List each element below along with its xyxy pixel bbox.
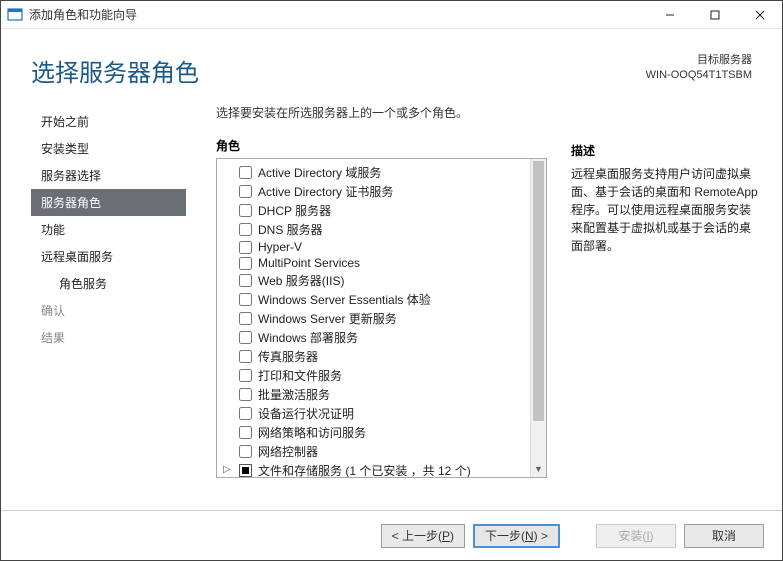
nav-step: 确认	[31, 297, 186, 324]
previous-button[interactable]: < 上一步(P)	[381, 524, 465, 548]
nav-step[interactable]: 角色服务	[31, 270, 186, 297]
role-checkbox[interactable]	[239, 445, 252, 458]
close-button[interactable]	[737, 1, 782, 28]
main-columns: 开始之前安装类型服务器选择服务器角色功能远程桌面服务角色服务确认结果 选择要安装…	[1, 96, 782, 510]
role-checkbox[interactable]	[239, 426, 252, 439]
role-label: Active Directory 证书服务	[258, 183, 393, 200]
role-checkbox[interactable]	[239, 407, 252, 420]
expand-icon[interactable]: ▷	[223, 464, 233, 474]
role-item[interactable]: Active Directory 证书服务	[221, 182, 526, 201]
role-label: 设备运行状况证明	[258, 405, 354, 422]
role-item[interactable]: 打印和文件服务	[221, 366, 526, 385]
nav-step[interactable]: 服务器选择	[31, 162, 186, 189]
scrollbar[interactable]: ▲ ▼	[530, 159, 546, 477]
role-item[interactable]: ▷ 文件和存储服务 (1 个已安装 ，共 12 个)	[221, 461, 526, 477]
instruction-text: 选择要安装在所选服务器上的一个或多个角色。	[216, 104, 547, 121]
role-item[interactable]: DHCP 服务器	[221, 201, 526, 220]
role-item[interactable]: Active Directory 域服务	[221, 163, 526, 182]
wizard-nav: 开始之前安装类型服务器选择服务器角色功能远程桌面服务角色服务确认结果	[31, 104, 186, 510]
role-checkbox[interactable]	[239, 350, 252, 363]
role-item[interactable]: Windows 部署服务	[221, 328, 526, 347]
nav-step[interactable]: 开始之前	[31, 108, 186, 135]
nav-step[interactable]: 服务器角色	[31, 189, 186, 216]
nav-step[interactable]: 安装类型	[31, 135, 186, 162]
role-label: Windows Server Essentials 体验	[258, 291, 431, 308]
role-checkbox[interactable]	[239, 388, 252, 401]
role-label: 网络策略和访问服务	[258, 424, 366, 441]
footer: < 上一步(P) 下一步(N) > 安装(I) 取消	[1, 510, 782, 560]
target-server-name: WIN-OOQ54T1TSBM	[646, 68, 752, 83]
role-label: MultiPoint Services	[258, 256, 360, 270]
role-item[interactable]: Windows Server 更新服务	[221, 309, 526, 328]
window-title: 添加角色和功能向导	[29, 6, 647, 23]
target-info: 目标服务器 WIN-OOQ54T1TSBM	[646, 53, 752, 84]
role-label: 网络控制器	[258, 443, 318, 460]
titlebar: 添加角色和功能向导	[1, 1, 782, 29]
role-item[interactable]: Hyper-V	[221, 239, 526, 255]
role-label: 文件和存储服务 (1 个已安装 ，共 12 个)	[258, 462, 471, 477]
cancel-button[interactable]: 取消	[684, 524, 764, 548]
minimize-button[interactable]	[647, 1, 692, 28]
target-label: 目标服务器	[646, 53, 752, 68]
scroll-thumb[interactable]	[533, 161, 544, 421]
role-checkbox[interactable]	[239, 223, 252, 236]
role-item[interactable]: 网络控制器	[221, 442, 526, 461]
role-label: 传真服务器	[258, 348, 318, 365]
role-item[interactable]: MultiPoint Services	[221, 255, 526, 271]
role-item[interactable]: 设备运行状况证明	[221, 404, 526, 423]
role-item[interactable]: 批量激活服务	[221, 385, 526, 404]
role-item[interactable]: DNS 服务器	[221, 220, 526, 239]
role-item[interactable]: Web 服务器(IIS)	[221, 271, 526, 290]
role-label: Hyper-V	[258, 240, 302, 254]
scroll-down-icon[interactable]: ▼	[531, 461, 546, 477]
roles-section-label: 角色	[216, 137, 547, 154]
role-checkbox[interactable]	[239, 204, 252, 217]
role-label: Windows Server 更新服务	[258, 310, 397, 327]
role-checkbox[interactable]	[239, 166, 252, 179]
role-item[interactable]: Windows Server Essentials 体验	[221, 290, 526, 309]
wizard-body: 选择服务器角色 目标服务器 WIN-OOQ54T1TSBM 开始之前安装类型服务…	[1, 29, 782, 560]
role-checkbox[interactable]	[239, 185, 252, 198]
role-label: DHCP 服务器	[258, 202, 331, 219]
nav-step[interactable]: 功能	[31, 216, 186, 243]
role-label: Windows 部署服务	[258, 329, 358, 346]
nav-step: 结果	[31, 324, 186, 351]
window-controls	[647, 1, 782, 28]
center-pane: 选择要安装在所选服务器上的一个或多个角色。 角色 Active Director…	[186, 104, 567, 510]
role-label: Web 服务器(IIS)	[258, 272, 344, 289]
role-label: 打印和文件服务	[258, 367, 342, 384]
maximize-button[interactable]	[692, 1, 737, 28]
roles-listbox[interactable]: Active Directory 域服务 Active Directory 证书服…	[216, 158, 547, 478]
next-button[interactable]: 下一步(N) >	[473, 524, 560, 548]
role-label: Active Directory 域服务	[258, 164, 381, 181]
nav-step[interactable]: 远程桌面服务	[31, 243, 186, 270]
description-pane: 描述 远程桌面服务支持用户访问虚拟桌面、基于会话的桌面和 RemoteApp 程…	[567, 104, 762, 510]
app-icon	[7, 7, 23, 23]
role-checkbox[interactable]	[239, 241, 252, 254]
description-section-label: 描述	[571, 142, 762, 159]
role-label: 批量激活服务	[258, 386, 330, 403]
role-checkbox[interactable]	[239, 274, 252, 287]
role-checkbox[interactable]	[239, 369, 252, 382]
role-checkbox[interactable]	[239, 257, 252, 270]
page-title: 选择服务器角色	[31, 53, 646, 88]
role-checkbox[interactable]	[239, 331, 252, 344]
wizard-header: 选择服务器角色 目标服务器 WIN-OOQ54T1TSBM	[1, 29, 782, 96]
role-item[interactable]: 传真服务器	[221, 347, 526, 366]
role-label: DNS 服务器	[258, 221, 323, 238]
role-checkbox-partial[interactable]	[239, 464, 252, 477]
role-checkbox[interactable]	[239, 312, 252, 325]
install-button[interactable]: 安装(I)	[596, 524, 676, 548]
description-text: 远程桌面服务支持用户访问虚拟桌面、基于会话的桌面和 RemoteApp 程序。可…	[571, 165, 762, 255]
role-item[interactable]: 网络策略和访问服务	[221, 423, 526, 442]
role-checkbox[interactable]	[239, 293, 252, 306]
